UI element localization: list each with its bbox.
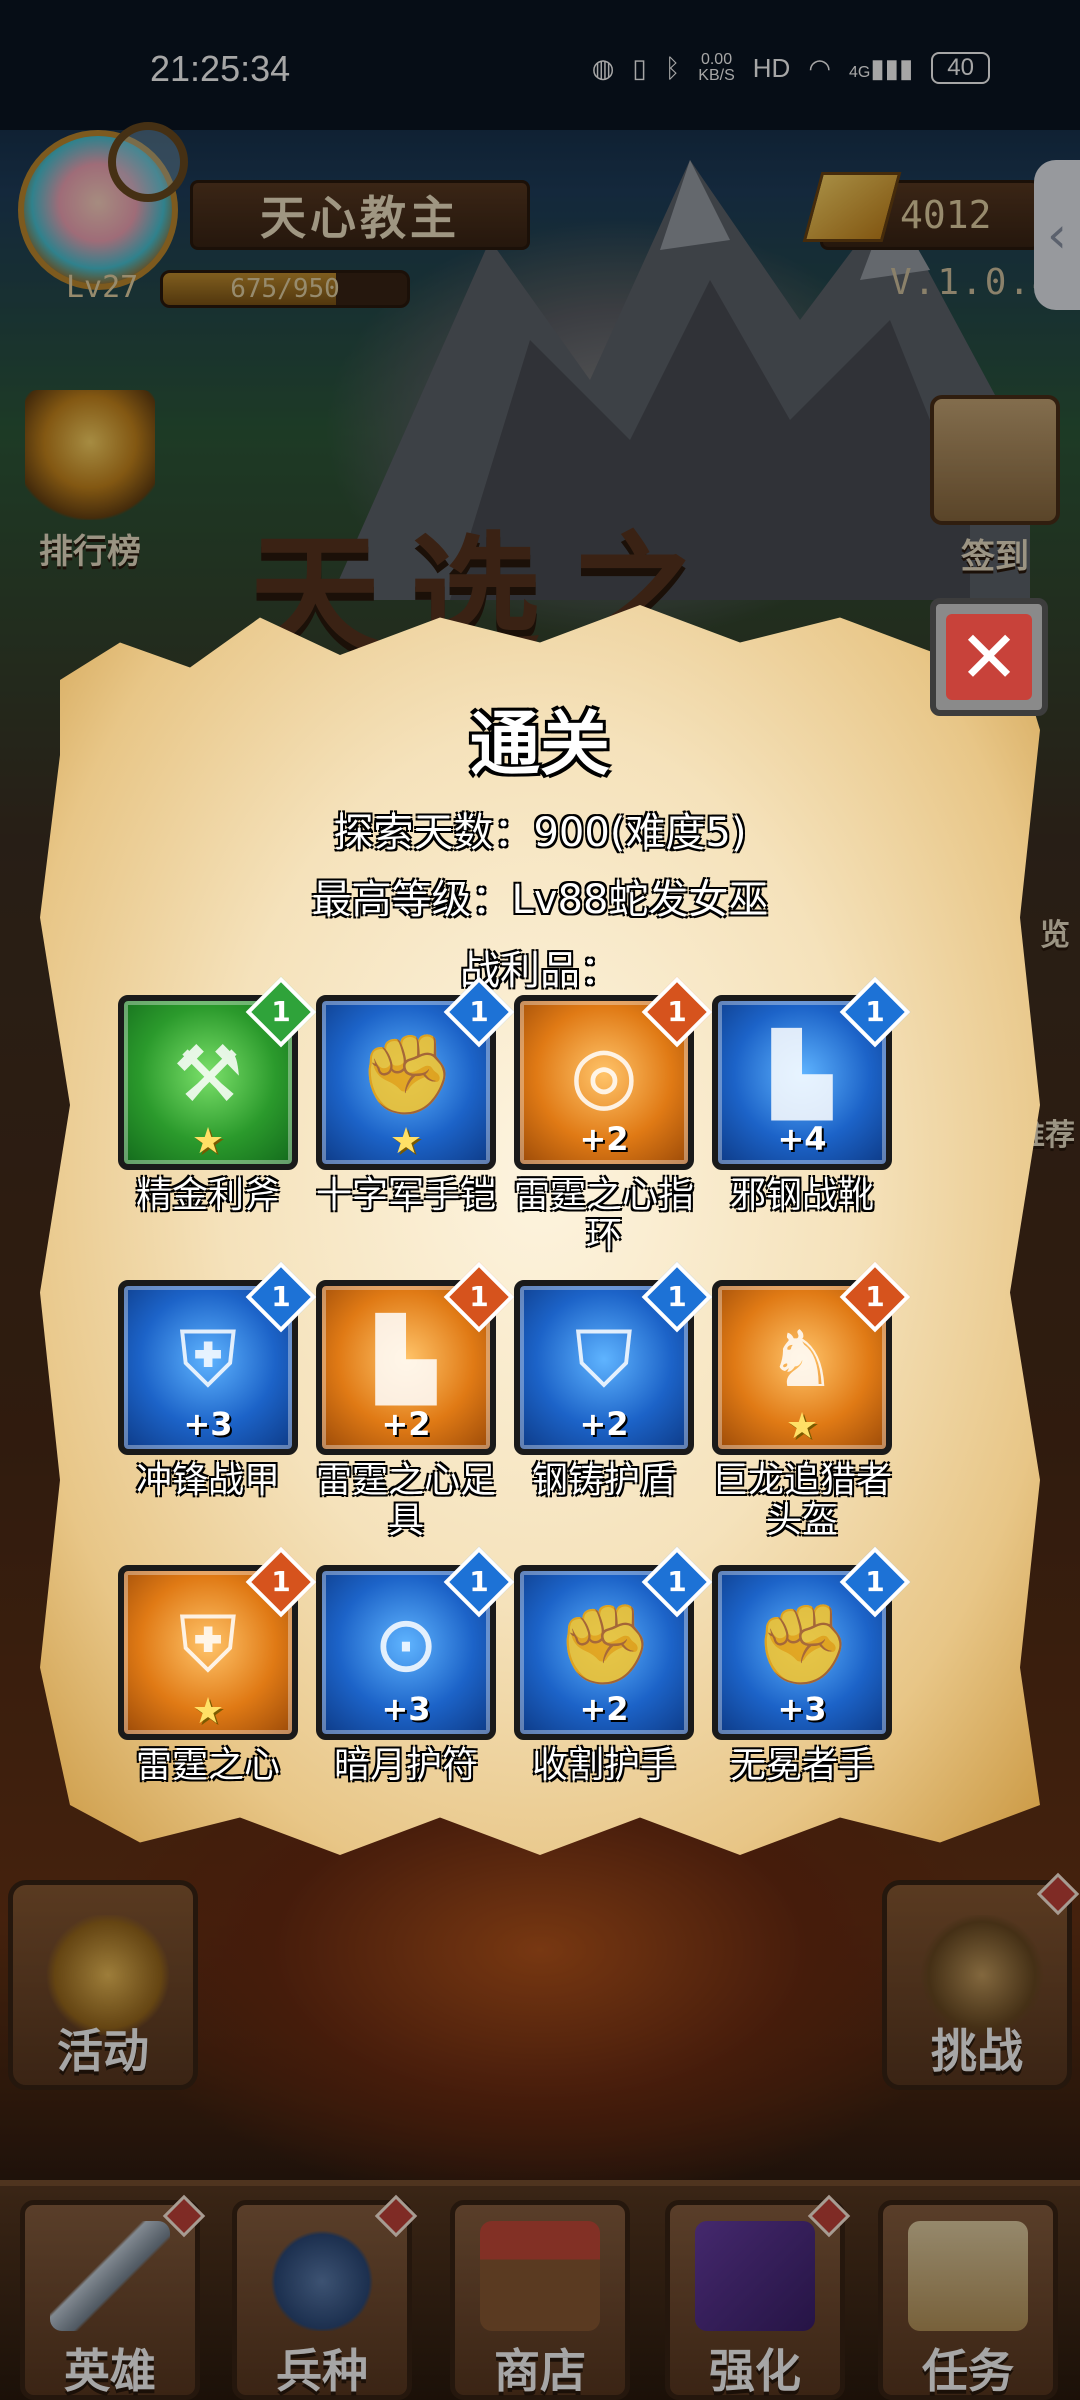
loot-bonus: +3 (183, 1405, 233, 1443)
star-icon: ★ (191, 1691, 225, 1732)
loot-item-name: 冲锋战甲 (135, 1460, 280, 1501)
loot-bonus: +2 (579, 1405, 629, 1443)
loot-count: 1 (865, 995, 885, 1028)
loot-item-name: 十字军手铠 (316, 1175, 497, 1216)
loot-item[interactable]: ⛉ 1 +2 钢铸护盾 (514, 1261, 713, 1501)
loot-item-name: 暗月护符 (333, 1745, 478, 1786)
loot-item-tile: ⛨ 1 ★ (118, 1546, 317, 1740)
loot-count: 1 (469, 1280, 489, 1313)
star-icon: ★ (785, 1406, 819, 1447)
loot-item-tile: ⊙ 1 +3 (316, 1546, 515, 1740)
loot-label: 战利品： (460, 948, 620, 994)
loot-item[interactable]: ♞ 1 ★ 巨龙追猎者头盔 (712, 1261, 911, 1541)
loot-count: 1 (667, 1280, 687, 1313)
loot-item-tile: ⚒ 1 ★ (118, 976, 317, 1170)
loot-count: 1 (667, 995, 687, 1028)
loot-count: 1 (271, 1280, 291, 1313)
loot-item-name: 精金利斧 (135, 1175, 280, 1216)
loot-item-tile: ✊ 1 +2 (514, 1546, 713, 1740)
loot-count: 1 (271, 995, 291, 1028)
loot-bonus: +3 (381, 1690, 431, 1728)
loot-item[interactable]: ✊ 1 +3 无冕者手 (712, 1546, 911, 1786)
axe-icon: ⚒ (173, 1030, 243, 1120)
loot-item-name: 收割护手 (531, 1745, 676, 1786)
boots-icon: ▙ (772, 1030, 832, 1120)
loot-item-tile: ♞ 1 ★ (712, 1261, 911, 1455)
loot-item[interactable]: ▙ 1 +2 雷霆之心足具 (316, 1261, 515, 1541)
loot-bonus: +3 (777, 1690, 827, 1728)
loot-item[interactable]: ⛨ 1 +3 冲锋战甲 (118, 1261, 317, 1501)
loot-item-name: 无冕者手 (729, 1745, 874, 1786)
loot-item[interactable]: ▙ 1 +4 邪钢战靴 (712, 976, 911, 1216)
loot-item-tile: ◎ 1 +2 (514, 976, 713, 1170)
highest-level-text: 最高等级：Lv88蛇发女巫 (311, 877, 769, 923)
armor-icon: ⛨ (178, 1315, 238, 1405)
loot-item-tile: ▙ 1 +2 (316, 1261, 515, 1455)
loot-item-name: 钢铸护盾 (531, 1460, 676, 1501)
loot-item-tile: ▙ 1 +4 (712, 976, 911, 1170)
loot-item-name: 雷霆之心足具 (316, 1460, 497, 1541)
loot-item[interactable]: ⚒ 1 ★ 精金利斧 (118, 976, 317, 1216)
loot-item[interactable]: ◎ 1 +2 雷霆之心指环 (514, 976, 713, 1256)
loot-item-name: 巨龙追猎者头盔 (712, 1460, 893, 1541)
loot-item[interactable]: ✊ 1 +2 收割护手 (514, 1546, 713, 1786)
explore-days-text: 探索天数：900(难度5) (333, 810, 747, 856)
dialog-title: 通关 (470, 703, 610, 785)
loot-item-tile: ⛨ 1 +3 (118, 1261, 317, 1455)
loot-item-name: 邪钢战靴 (729, 1175, 874, 1216)
loot-item[interactable]: ⛨ 1 ★ 雷霆之心 (118, 1546, 317, 1786)
ring-icon: ◎ (569, 1030, 639, 1120)
loot-count: 1 (469, 995, 489, 1028)
gauntlet-icon: ✊ (556, 1600, 654, 1690)
loot-count: 1 (667, 1565, 687, 1598)
loot-item[interactable]: ✊ 1 ★ 十字军手铠 (316, 976, 515, 1216)
shield-icon: ⛉ (574, 1315, 634, 1405)
helmet-icon: ♞ (767, 1315, 837, 1405)
loot-bonus: +2 (579, 1120, 629, 1158)
loot-item-name: 雷霆之心 (135, 1745, 280, 1786)
boots-icon: ▙ (376, 1315, 436, 1405)
amulet-icon: ⊙ (373, 1600, 439, 1690)
star-icon: ★ (191, 1121, 225, 1162)
loot-bonus: +2 (579, 1690, 629, 1728)
loot-count: 1 (865, 1280, 885, 1313)
loot-bonus: +4 (777, 1120, 827, 1158)
gauntlet-icon: ✊ (754, 1600, 852, 1690)
gauntlet-icon: ✊ (358, 1030, 456, 1120)
loot-item[interactable]: ⊙ 1 +3 暗月护符 (316, 1546, 515, 1786)
armor-icon: ⛨ (178, 1600, 238, 1690)
loot-count: 1 (271, 1565, 291, 1598)
loot-item-tile: ✊ 1 ★ (316, 976, 515, 1170)
loot-item-tile: ⛉ 1 +2 (514, 1261, 713, 1455)
loot-count: 1 (469, 1565, 489, 1598)
loot-count: 1 (865, 1565, 885, 1598)
loot-bonus: +2 (381, 1405, 431, 1443)
loot-item-tile: ✊ 1 +3 (712, 1546, 911, 1740)
star-icon: ★ (389, 1121, 423, 1162)
loot-item-name: 雷霆之心指环 (514, 1175, 695, 1256)
